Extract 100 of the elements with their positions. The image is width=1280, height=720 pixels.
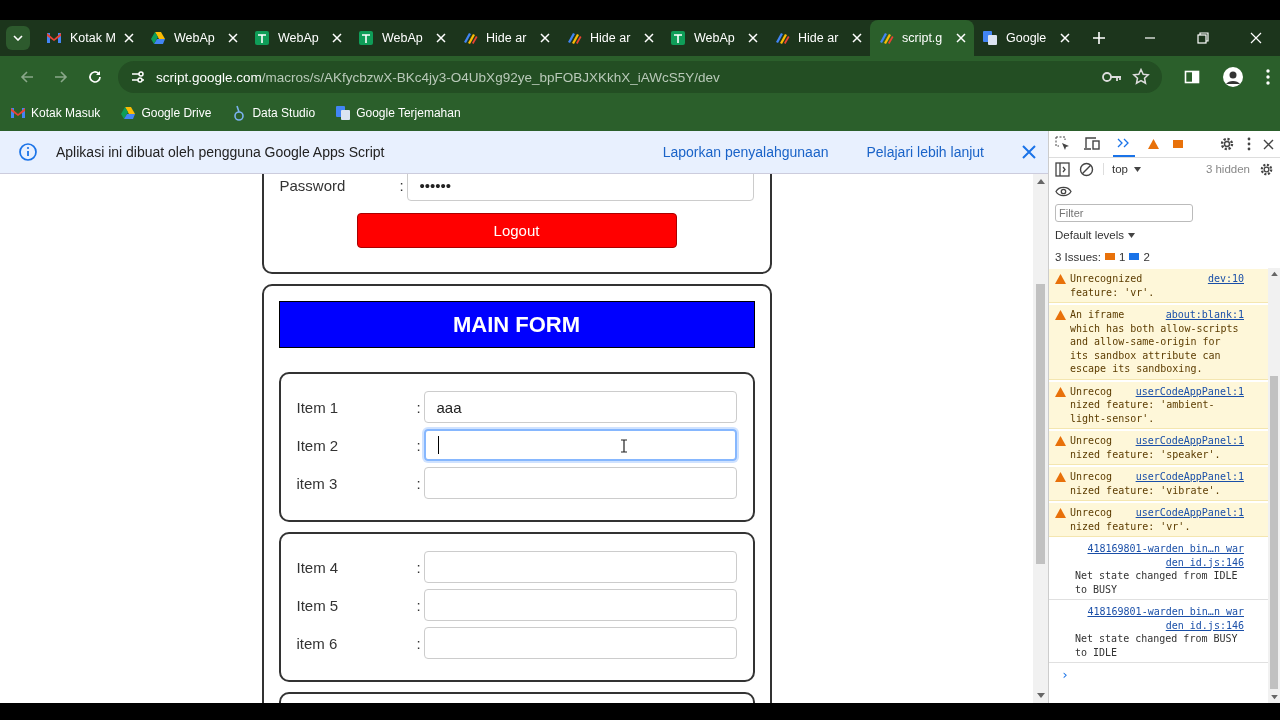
browser-tab[interactable]: WebAp [350, 20, 454, 56]
message-text: nized feature: 'speaker'. [1070, 447, 1222, 461]
chevron-icon [13, 35, 23, 41]
input-field[interactable] [423, 429, 737, 461]
scroll-down-icon[interactable] [1036, 693, 1045, 699]
menu-icon[interactable] [1266, 69, 1270, 85]
bookmark[interactable]: Google Drive [120, 105, 212, 121]
message-text: Net state changed from BUSY to IDLE [1075, 632, 1239, 659]
warning-icon [1055, 436, 1066, 446]
colon: : [416, 474, 422, 492]
input-field[interactable]: aaa [423, 391, 737, 423]
translate-icon [335, 105, 352, 121]
tab-title: Google [1006, 31, 1048, 45]
scroll-up-icon[interactable] [1270, 271, 1278, 276]
bookmark[interactable]: Google Terjemahan [335, 105, 461, 121]
script-icon [878, 30, 894, 46]
settings-icon[interactable] [1259, 161, 1274, 177]
avatar-icon[interactable] [1222, 66, 1244, 88]
url-text: script.google.com/macros/s/AKfycbzwX-BKc4jy3-O4UbXg92ye_bpFOBJXKkhX_iAWcS5Y/dev [156, 69, 720, 85]
browser-tab[interactable]: Kotak M [38, 20, 142, 56]
site-settings-icon[interactable] [130, 69, 146, 85]
levels-dropdown[interactable]: Default levels [1055, 229, 1136, 241]
chevron-icon [1117, 138, 1131, 148]
forward-icon[interactable] [53, 69, 69, 85]
filter-field[interactable]: Filter [1055, 204, 1193, 222]
warning-icon [1055, 310, 1066, 320]
device-icon[interactable] [1083, 136, 1101, 152]
source-link[interactable]: userCodeAppPanel:1 [1135, 506, 1244, 520]
scroll-up-icon[interactable] [1036, 178, 1045, 184]
browser-tab[interactable]: Hide ar [454, 20, 558, 56]
tab-search-button[interactable] [6, 26, 30, 50]
tab-title: WebAp [174, 31, 216, 45]
settings-icon[interactable] [1219, 136, 1235, 152]
colon: : [416, 634, 422, 652]
bookmark[interactable]: Kotak Masuk [10, 105, 101, 121]
reload-icon[interactable] [87, 69, 103, 85]
field-label: item 6 [296, 634, 339, 652]
new-tab-icon[interactable] [1092, 31, 1106, 45]
warning-icon [1055, 472, 1066, 482]
eye-icon[interactable] [1055, 185, 1072, 197]
info-link[interactable]: Laporkan penyalahgunaan [662, 144, 829, 160]
browser-tab[interactable]: script.g [870, 20, 974, 56]
scrollbar[interactable] [1033, 174, 1048, 703]
tab-title: Hide ar [486, 31, 528, 45]
source-link[interactable]: 418169801-warden bin…n war [1087, 542, 1244, 556]
address-bar[interactable]: script.google.com/macros/s/AKfycbzwX-BKc4jy3-O4UbXg92ye_bpFOBJXKkhX_iAWcS5Y/dev [118, 61, 1162, 93]
scroll-down-icon[interactable] [1270, 695, 1278, 700]
input-field[interactable] [423, 551, 737, 583]
side-panel-icon[interactable] [1184, 69, 1200, 85]
browser-tab[interactable]: Hide ar [558, 20, 662, 56]
field-label: Item 1 [296, 398, 340, 416]
scrollbar[interactable] [1268, 268, 1280, 703]
input-field[interactable] [423, 589, 737, 621]
message-text: Unrecog [1070, 470, 1113, 484]
back-icon[interactable] [19, 69, 35, 85]
menu-icon[interactable] [1247, 137, 1251, 151]
source-link[interactable]: 418169801-warden bin…n war [1087, 605, 1244, 619]
hidden-count: 3 hidden [1205, 163, 1250, 175]
browser-tab[interactable]: WebAp [246, 20, 350, 56]
source-link[interactable]: den id.js:146 [1165, 618, 1244, 632]
browser-tab[interactable]: Google [974, 20, 1078, 56]
password-field[interactable]: •••••• [406, 174, 754, 201]
close-icon[interactable] [1263, 138, 1274, 150]
input-field[interactable] [423, 467, 737, 499]
tab-title: Hide ar [590, 31, 632, 45]
restore-icon[interactable] [1197, 32, 1209, 44]
inspect-icon[interactable] [1055, 136, 1071, 152]
tab-title: WebAp [278, 31, 320, 45]
browser-tab[interactable]: WebAp [662, 20, 766, 56]
info-link[interactable]: Pelajari lebih lanjut [866, 144, 984, 160]
sidebar-icon[interactable] [1055, 161, 1070, 177]
source-link[interactable]: about:blank:1 [1165, 308, 1244, 322]
source-link[interactable]: userCodeAppPanel:1 [1135, 384, 1244, 398]
logout-button[interactable]: Logout [356, 213, 677, 248]
clear-icon[interactable] [1079, 161, 1094, 177]
key-icon[interactable] [1102, 71, 1122, 83]
colon: : [416, 558, 422, 576]
field-label: Password [279, 176, 347, 194]
drive-icon [120, 105, 137, 121]
input-field[interactable] [423, 627, 737, 659]
browser-tab[interactable]: WebAp [142, 20, 246, 56]
console-prompt[interactable]: › [1049, 664, 1081, 686]
source-link[interactable]: den id.js:146 [1165, 555, 1244, 569]
tab-title: WebAp [382, 31, 424, 45]
issue-count[interactable]: 2 [1143, 251, 1150, 263]
source-link[interactable]: userCodeAppPanel:1 [1135, 434, 1244, 448]
browser-tab[interactable]: Hide ar [766, 20, 870, 56]
warning-icon[interactable] [1147, 138, 1160, 150]
text-cursor-icon [619, 439, 628, 453]
issue-count[interactable]: 1 [1119, 251, 1126, 263]
issue-icon[interactable] [1172, 138, 1184, 150]
warning-icon [1055, 386, 1066, 397]
bookmark[interactable]: Data Studio [231, 105, 316, 121]
colon: : [416, 436, 422, 454]
issues-label: 3 Issues: [1055, 251, 1102, 263]
source-link[interactable]: userCodeAppPanel:1 [1135, 470, 1244, 484]
star-icon[interactable] [1132, 68, 1150, 86]
source-link[interactable]: dev:10 [1207, 272, 1244, 286]
context-dropdown[interactable]: top [1103, 163, 1141, 175]
field-label: Item 4 [296, 558, 340, 576]
